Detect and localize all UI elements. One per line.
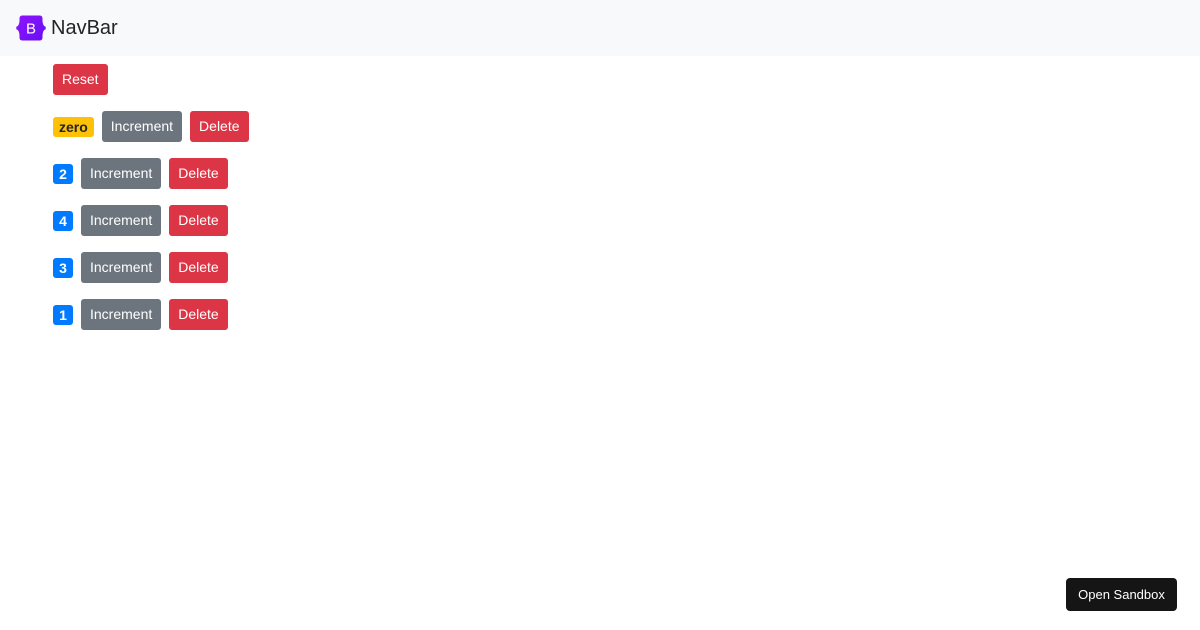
counter-row: 4 Increment Delete [53, 205, 249, 236]
delete-button[interactable]: Delete [190, 111, 249, 142]
increment-button[interactable]: Increment [81, 299, 162, 330]
counter-row: 1 Increment Delete [53, 299, 249, 330]
counter-row: 2 Increment Delete [53, 158, 249, 189]
counter-badge: zero [53, 116, 94, 137]
reset-button[interactable]: Reset [53, 64, 108, 95]
svg-text:B: B [26, 21, 36, 38]
delete-button[interactable]: Delete [169, 299, 228, 330]
counter-badge: 1 [53, 304, 73, 325]
brand-text: NavBar [51, 17, 118, 39]
counters-container: Reset zero Increment Delete 2 Increment … [53, 64, 249, 330]
counter-badge: 2 [53, 163, 73, 184]
counter-badge: 4 [53, 210, 73, 231]
delete-button[interactable]: Delete [169, 205, 228, 236]
reset-row: Reset [53, 64, 249, 95]
counter-badge: 3 [53, 257, 73, 278]
increment-button[interactable]: Increment [81, 252, 162, 283]
counter-row: zero Increment Delete [53, 111, 249, 142]
navbar: B NavBar [0, 0, 1200, 56]
open-sandbox-button[interactable]: Open Sandbox [1066, 578, 1177, 611]
delete-button[interactable]: Delete [169, 252, 228, 283]
increment-button[interactable]: Increment [81, 158, 162, 189]
counter-row: 3 Increment Delete [53, 252, 249, 283]
increment-button[interactable]: Increment [81, 205, 162, 236]
increment-button[interactable]: Increment [101, 111, 183, 142]
navbar-brand[interactable]: B NavBar [16, 13, 118, 43]
delete-button[interactable]: Delete [169, 158, 228, 189]
bootstrap-logo-icon: B [16, 15, 46, 41]
